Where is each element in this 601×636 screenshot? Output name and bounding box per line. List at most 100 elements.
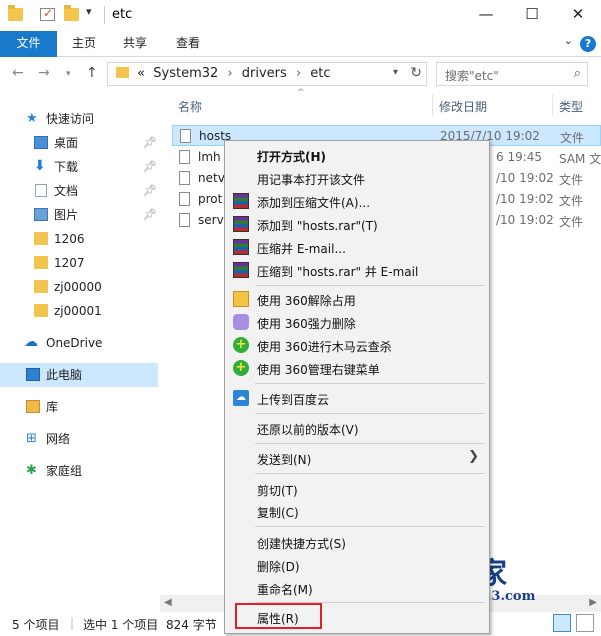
large-icons-view-icon[interactable] <box>576 614 594 632</box>
menu-item-360-manage-menu[interactable]: + 使用 360管理右键菜单 <box>227 357 487 379</box>
new-folder-icon[interactable] <box>64 5 79 21</box>
menu-separator <box>255 413 485 414</box>
cloud-icon: ☁ <box>24 334 38 350</box>
star-icon: ★ <box>26 111 38 126</box>
recent-locations-icon[interactable]: ▾ <box>66 69 71 79</box>
menu-item-open-with[interactable]: 打开方式(H) <box>227 144 487 166</box>
help-icon[interactable]: ? <box>580 36 596 52</box>
menu-label: 使用 360进行木马云查杀 <box>257 340 392 354</box>
tab-home[interactable]: 主页 <box>58 31 110 57</box>
nav-item-zj00001[interactable]: zj00001 <box>0 299 158 323</box>
column-header-name[interactable]: 名称 <box>178 98 202 115</box>
address-bar[interactable]: « System32 › drivers › etc ▾ ↻ <box>107 62 427 86</box>
column-divider[interactable] <box>552 94 553 116</box>
nav-network[interactable]: ⊞ 网络 <box>0 427 158 451</box>
pin-icon: 📌︎ <box>143 208 157 221</box>
forward-arrow-icon[interactable]: → <box>38 65 50 81</box>
navigation-pane: ★ 快速访问 桌面 📌︎ ⬇ 下载 📌︎ 文档 📌︎ 图片 📌︎ 1206 12… <box>0 93 160 583</box>
menu-item-add-archive[interactable]: 添加到压缩文件(A)... <box>227 190 487 212</box>
nav-item-1206[interactable]: 1206 <box>0 227 158 251</box>
menu-item-360-unlock[interactable]: 使用 360解除占用 <box>227 288 487 310</box>
library-icon <box>26 400 40 413</box>
up-arrow-icon[interactable]: ↑ <box>86 65 98 81</box>
tab-share[interactable]: 共享 <box>109 31 161 57</box>
menu-separator <box>255 526 485 527</box>
column-header-modified[interactable]: 修改日期 <box>439 98 487 115</box>
menu-item-360-force-delete[interactable]: 使用 360强力删除 <box>227 311 487 333</box>
chevron-right-icon[interactable]: › <box>227 66 232 81</box>
details-view-icon[interactable] <box>553 614 571 632</box>
menu-item-open-notepad[interactable]: 用记事本打开该文件 <box>227 167 487 189</box>
file-name: serv <box>198 213 224 227</box>
folder-icon <box>8 5 23 21</box>
customize-toolbar-icon[interactable]: ▾ <box>86 5 92 18</box>
nav-item-desktop[interactable]: 桌面 📌︎ <box>0 131 158 155</box>
tab-view[interactable]: 查看 <box>162 31 214 57</box>
refresh-icon[interactable]: ↻ <box>410 65 422 81</box>
computer-icon <box>26 368 40 381</box>
menu-label: 使用 360强力删除 <box>257 317 356 331</box>
search-icon: ⌕ <box>573 66 581 81</box>
properties-icon[interactable] <box>40 6 55 21</box>
title-bar: ▾ etc — ☐ ✕ <box>0 0 601 31</box>
file-icon <box>180 129 191 143</box>
highlight-annotation <box>235 603 322 629</box>
menu-label: 使用 360管理右键菜单 <box>257 363 380 377</box>
360-shredder-icon <box>233 314 249 330</box>
chevron-right-icon: ❯ <box>468 449 479 464</box>
maximize-button[interactable]: ☐ <box>509 0 555 31</box>
desktop-icon <box>34 136 48 149</box>
menu-item-copy[interactable]: 复制(C) <box>227 500 487 522</box>
column-divider[interactable] <box>432 94 433 116</box>
close-button[interactable]: ✕ <box>555 0 601 31</box>
file-icon <box>179 213 190 227</box>
nav-onedrive[interactable]: ☁ OneDrive <box>0 331 158 355</box>
menu-item-send-to[interactable]: 发送到(N) ❯ <box>227 447 487 469</box>
column-header-type[interactable]: 类型 <box>559 98 583 115</box>
search-input[interactable]: 搜索"etc" ⌕ <box>436 62 588 86</box>
nav-label: 库 <box>46 400 59 414</box>
menu-item-compress-hosts-email[interactable]: 压缩到 "hosts.rar" 并 E-mail <box>227 259 487 281</box>
nav-library[interactable]: 库 <box>0 395 158 419</box>
nav-item-documents[interactable]: 文档 📌︎ <box>0 179 158 203</box>
breadcrumb-system32[interactable]: System32 <box>153 66 218 81</box>
file-date: /10 19:02 <box>496 192 554 206</box>
pin-icon: 📌︎ <box>143 136 157 149</box>
scroll-left-icon[interactable]: ◀ <box>164 597 172 608</box>
breadcrumb-overflow[interactable]: « <box>137 66 145 81</box>
minimize-button[interactable]: — <box>463 0 509 31</box>
tab-file[interactable]: 文件 <box>0 31 57 57</box>
menu-item-upload-baidu[interactable]: ☁ 上传到百度云 <box>227 387 487 409</box>
menu-item-delete[interactable]: 删除(D) <box>227 554 487 576</box>
file-date: 6 19:45 <box>496 150 543 164</box>
menu-item-rename[interactable]: 重命名(M) <box>227 577 487 599</box>
pin-icon: 📌︎ <box>143 160 157 173</box>
nav-item-pictures[interactable]: 图片 📌︎ <box>0 203 158 227</box>
nav-this-pc[interactable]: 此电脑 <box>0 363 158 387</box>
menu-item-restore-previous[interactable]: 还原以前的版本(V) <box>227 417 487 439</box>
nav-item-zj00000[interactable]: zj00000 <box>0 275 158 299</box>
menu-separator <box>255 443 485 444</box>
back-arrow-icon[interactable]: ← <box>12 65 24 81</box>
nav-homegroup[interactable]: ✱ 家庭组 <box>0 459 158 483</box>
menu-item-add-hosts-rar[interactable]: 添加到 "hosts.rar"(T) <box>227 213 487 235</box>
menu-separator <box>255 473 485 474</box>
menu-item-compress-email[interactable]: 压缩并 E-mail... <box>227 236 487 258</box>
menu-label: 复制(C) <box>257 506 299 520</box>
menu-item-create-shortcut[interactable]: 创建快捷方式(S) <box>227 531 487 553</box>
breadcrumb: « System32 › drivers › etc <box>116 66 331 81</box>
pin-icon: 📌︎ <box>143 184 157 197</box>
breadcrumb-drivers[interactable]: drivers <box>242 66 287 81</box>
nav-label: 快速访问 <box>46 112 95 126</box>
nav-quick-access[interactable]: ★ 快速访问 <box>0 107 158 131</box>
nav-item-1207[interactable]: 1207 <box>0 251 158 275</box>
nav-item-downloads[interactable]: ⬇ 下载 📌︎ <box>0 155 158 179</box>
breadcrumb-etc[interactable]: etc <box>310 66 330 81</box>
selected-size: 824 字节 <box>166 618 217 632</box>
menu-item-cut[interactable]: 剪切(T) <box>227 478 487 500</box>
expand-ribbon-icon[interactable]: ⌄ <box>564 34 573 47</box>
folder-icon <box>34 256 48 269</box>
chevron-right-icon[interactable]: › <box>296 66 301 81</box>
menu-item-360-trojan-scan[interactable]: + 使用 360进行木马云查杀 <box>227 334 487 356</box>
address-dropdown-icon[interactable]: ▾ <box>393 67 398 78</box>
